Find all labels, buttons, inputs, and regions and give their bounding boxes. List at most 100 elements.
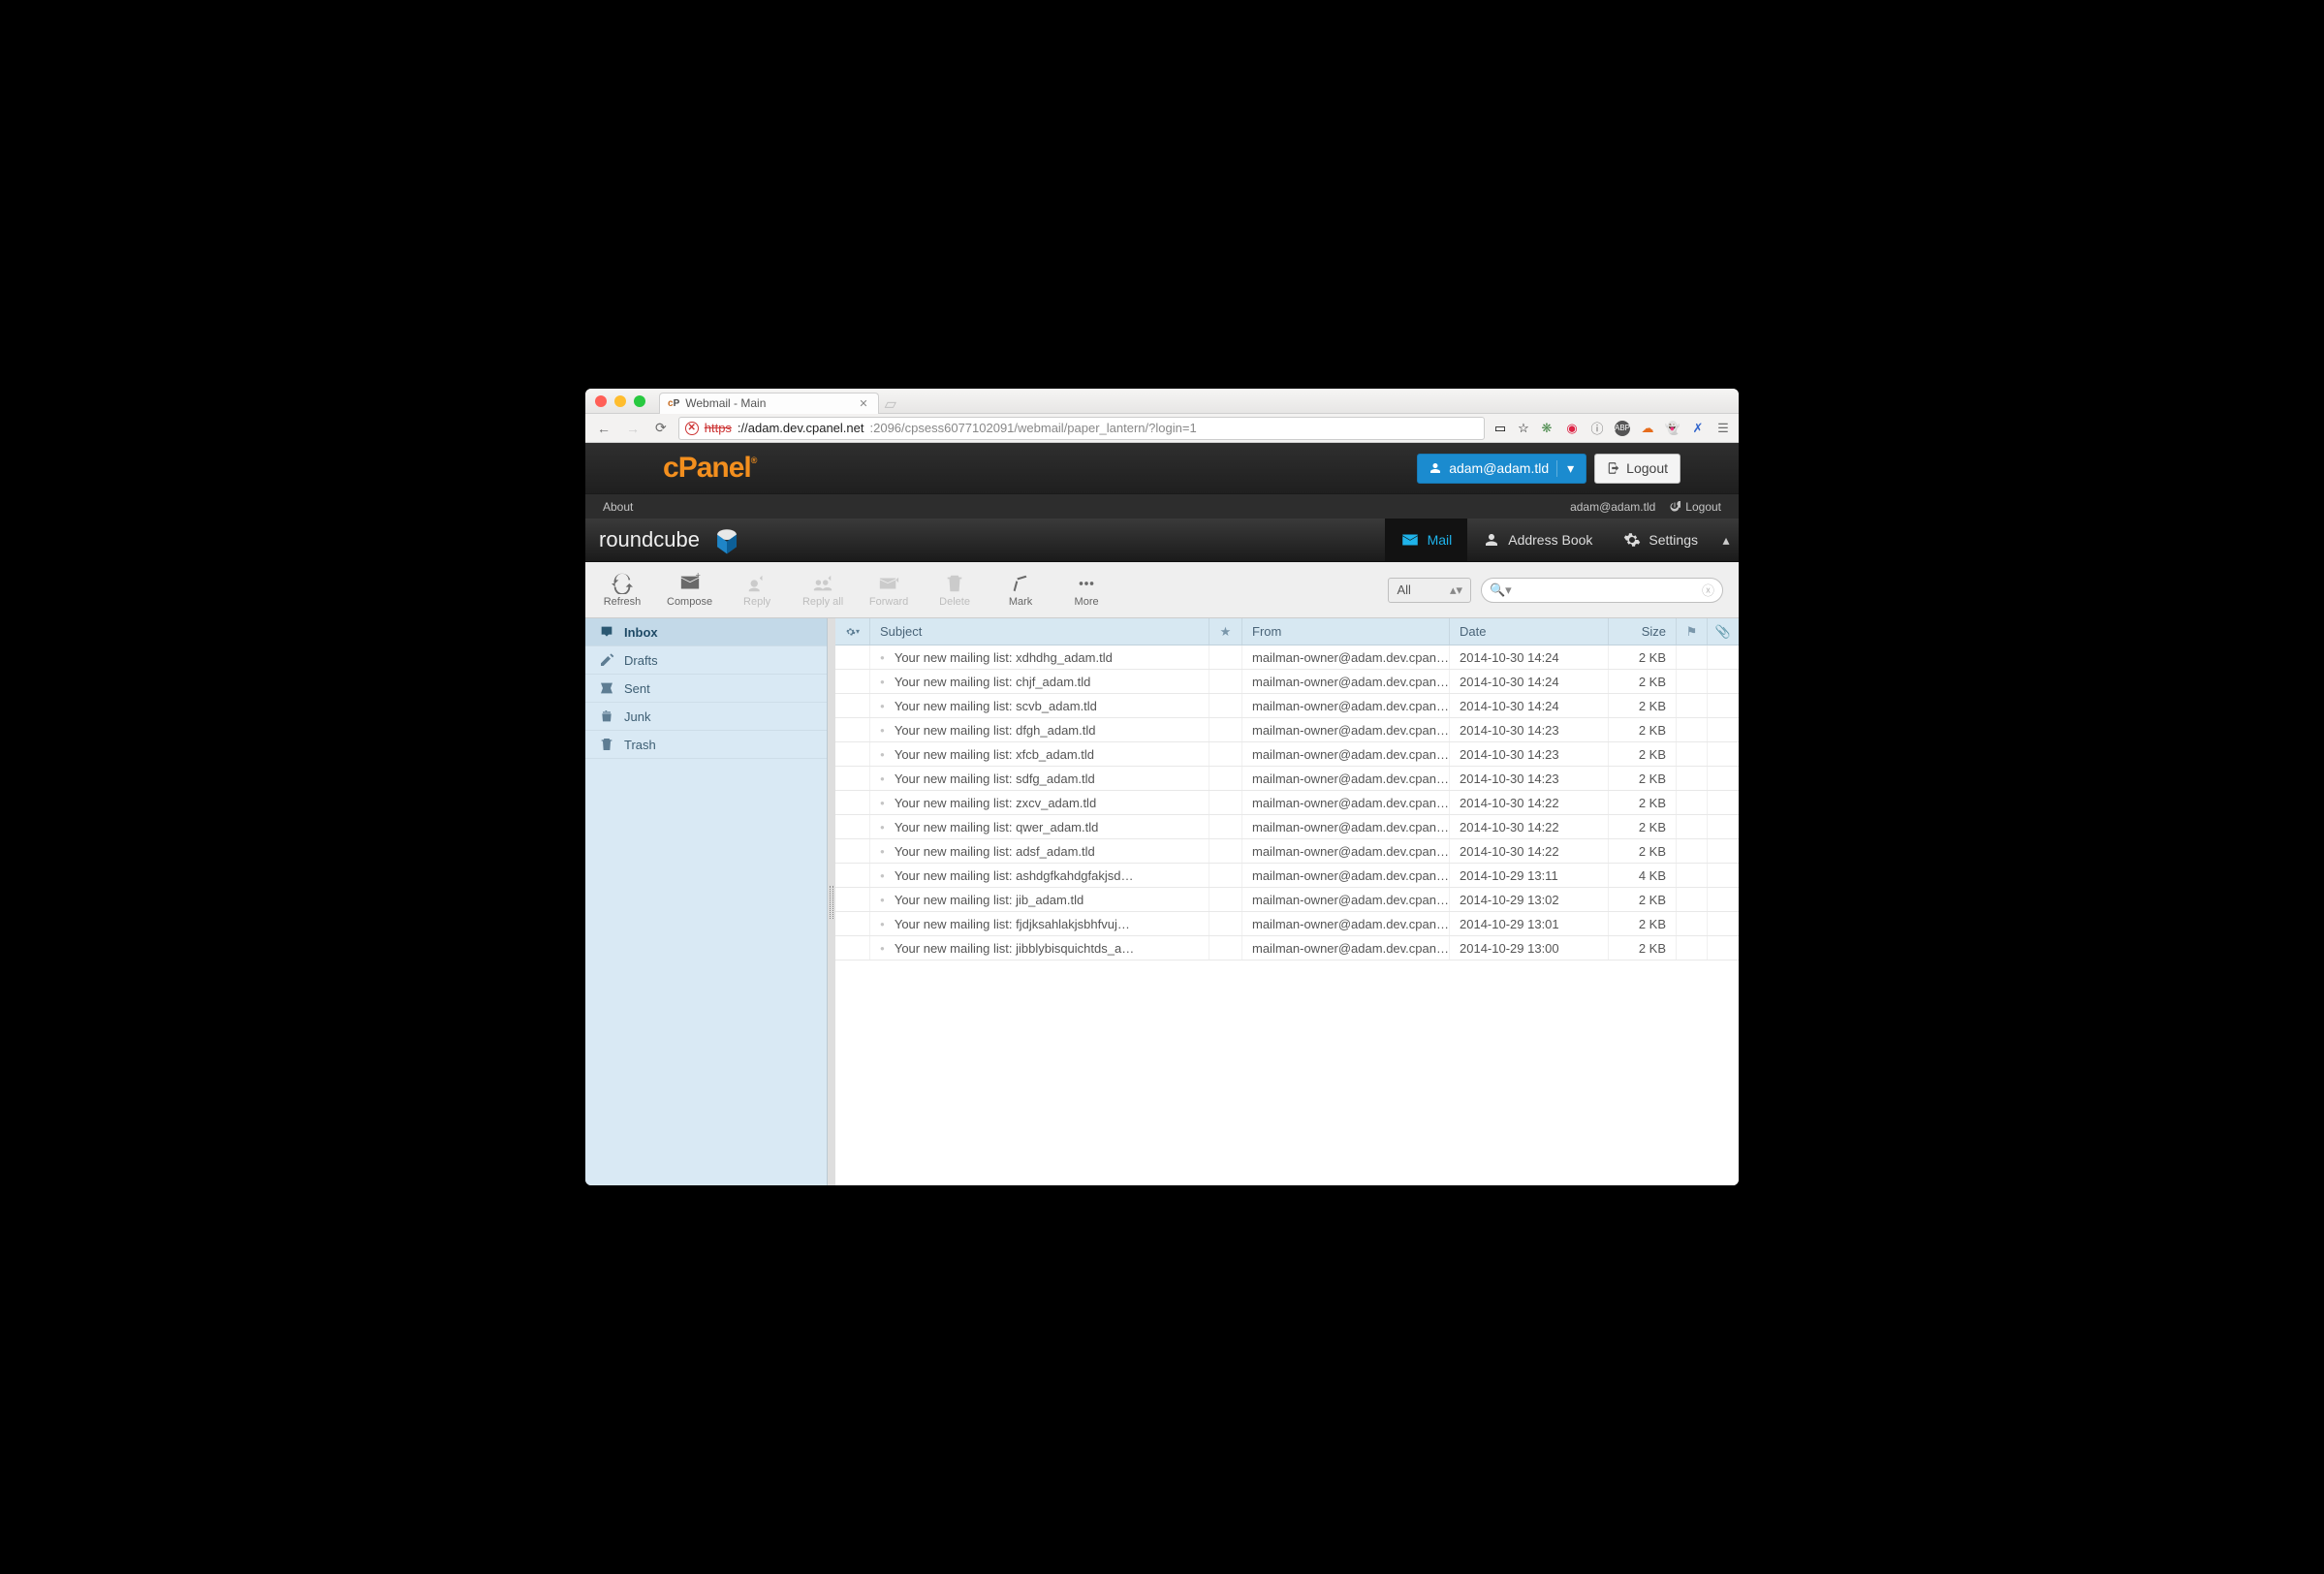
folder-inbox[interactable]: Inbox xyxy=(585,618,827,646)
row-star[interactable] xyxy=(1209,694,1242,717)
abp-ext-icon[interactable]: ABP xyxy=(1615,421,1630,436)
row-flag[interactable] xyxy=(1677,815,1708,838)
row-star[interactable] xyxy=(1209,791,1242,814)
row-flag[interactable] xyxy=(1677,767,1708,790)
message-row[interactable]: ●Your new mailing list: adsf_adam.tldmai… xyxy=(835,839,1739,864)
mark-button[interactable]: Mark xyxy=(999,573,1042,608)
row-star[interactable] xyxy=(1209,912,1242,935)
column-resize-handle[interactable] xyxy=(828,618,835,1185)
row-star[interactable] xyxy=(1209,864,1242,887)
bookmark-star-icon[interactable]: ☆ xyxy=(1516,421,1531,436)
about-link[interactable]: About xyxy=(603,500,633,514)
row-date: 2014-10-29 13:00 xyxy=(1450,936,1609,960)
row-flag[interactable] xyxy=(1677,888,1708,911)
user-menu-button[interactable]: adam@adam.tld ▾ xyxy=(1417,454,1586,484)
row-flag[interactable] xyxy=(1677,694,1708,717)
row-flag[interactable] xyxy=(1677,645,1708,669)
folder-trash[interactable]: Trash xyxy=(585,731,827,759)
folder-sent[interactable]: Sent xyxy=(585,675,827,703)
column-star[interactable]: ★ xyxy=(1209,618,1242,645)
evernote-ext-icon[interactable]: ❋ xyxy=(1539,421,1555,436)
row-star[interactable] xyxy=(1209,767,1242,790)
replyall-button[interactable]: Reply all xyxy=(801,573,844,608)
message-row[interactable]: ●Your new mailing list: scvb_adam.tldmai… xyxy=(835,694,1739,718)
folder-drafts[interactable]: Drafts xyxy=(585,646,827,675)
forward-button[interactable]: Forward xyxy=(867,573,910,608)
device-icon[interactable]: ▭ xyxy=(1492,421,1508,436)
column-subject[interactable]: Subject xyxy=(870,618,1209,645)
minimize-window-button[interactable] xyxy=(614,395,626,407)
close-window-button[interactable] xyxy=(595,395,607,407)
row-star[interactable] xyxy=(1209,839,1242,863)
topbar-logout-link[interactable]: Logout xyxy=(1669,500,1721,514)
logout-button[interactable]: Logout xyxy=(1594,454,1680,484)
folder-junk[interactable]: Junk xyxy=(585,703,827,731)
search-input[interactable]: 🔍▾ ⓧ xyxy=(1481,578,1723,603)
tab-mail[interactable]: Mail xyxy=(1385,519,1468,561)
message-row[interactable]: ●Your new mailing list: qwer_adam.tldmai… xyxy=(835,815,1739,839)
address-bar[interactable]: ✕ https ://adam.dev.cpanel.net :2096/cps… xyxy=(678,417,1485,440)
tab-more-dropdown[interactable]: ▴ xyxy=(1713,519,1739,561)
info-ext-icon[interactable]: ⓘ xyxy=(1589,421,1605,436)
row-star[interactable] xyxy=(1209,670,1242,693)
refresh-button[interactable]: Refresh xyxy=(601,573,644,608)
ghost-ext-icon[interactable]: 👻 xyxy=(1665,421,1680,436)
row-flag[interactable] xyxy=(1677,912,1708,935)
row-pad xyxy=(835,718,870,741)
menu-icon[interactable]: ☰ xyxy=(1715,421,1731,436)
row-subject: ●Your new mailing list: xfcb_adam.tld xyxy=(870,742,1209,766)
close-tab-icon[interactable]: ✕ xyxy=(859,397,867,410)
message-row[interactable]: ●Your new mailing list: zxcv_adam.tldmai… xyxy=(835,791,1739,815)
row-star[interactable] xyxy=(1209,645,1242,669)
row-flag[interactable] xyxy=(1677,839,1708,863)
reload-button[interactable]: ⟳ xyxy=(651,420,671,436)
row-flag[interactable] xyxy=(1677,742,1708,766)
unread-bullet-icon: ● xyxy=(880,847,885,856)
browser-tab[interactable]: cP Webmail - Main ✕ xyxy=(659,393,879,414)
column-size[interactable]: Size xyxy=(1609,618,1677,645)
clear-search-icon[interactable]: ⓧ xyxy=(1702,581,1714,599)
row-star[interactable] xyxy=(1209,888,1242,911)
column-from[interactable]: From xyxy=(1242,618,1450,645)
row-attachment xyxy=(1708,767,1739,790)
maximize-window-button[interactable] xyxy=(634,395,645,407)
message-row[interactable]: ●Your new mailing list: fjdjksahlakjsbhf… xyxy=(835,912,1739,936)
row-flag[interactable] xyxy=(1677,864,1708,887)
row-star[interactable] xyxy=(1209,718,1242,741)
row-flag[interactable] xyxy=(1677,670,1708,693)
filter-select[interactable]: All ▴▾ xyxy=(1388,578,1471,603)
new-tab-button[interactable]: ▱ xyxy=(885,394,896,414)
message-row[interactable]: ●Your new mailing list: sdfg_adam.tldmai… xyxy=(835,767,1739,791)
column-attachment[interactable]: 📎 xyxy=(1708,618,1739,645)
message-row[interactable]: ●Your new mailing list: jib_adam.tldmail… xyxy=(835,888,1739,912)
delete-button[interactable]: Delete xyxy=(933,573,976,608)
compose-button[interactable]: + Compose xyxy=(667,573,712,608)
row-star[interactable] xyxy=(1209,815,1242,838)
back-button[interactable]: ← xyxy=(593,421,614,436)
color-ext-icon[interactable]: ◉ xyxy=(1564,421,1580,436)
row-from: mailman-owner@adam.dev.cpan… xyxy=(1242,670,1450,693)
message-row[interactable]: ●Your new mailing list: chjf_adam.tldmai… xyxy=(835,670,1739,694)
message-row[interactable]: ●Your new mailing list: dfgh_adam.tldmai… xyxy=(835,718,1739,742)
message-row[interactable]: ●Your new mailing list: ashdgfkahdgfakjs… xyxy=(835,864,1739,888)
tab-settings[interactable]: Settings xyxy=(1608,519,1713,561)
more-button[interactable]: More xyxy=(1065,573,1108,608)
message-row[interactable]: ●Your new mailing list: jibblybisquichtd… xyxy=(835,936,1739,960)
row-flag[interactable] xyxy=(1677,718,1708,741)
column-date[interactable]: Date xyxy=(1450,618,1609,645)
message-row[interactable]: ●Your new mailing list: xdhdhg_adam.tldm… xyxy=(835,645,1739,670)
reply-button[interactable]: Reply xyxy=(736,573,778,608)
cloud-ext-icon[interactable]: ☁ xyxy=(1640,421,1655,436)
message-row[interactable]: ●Your new mailing list: xfcb_adam.tldmai… xyxy=(835,742,1739,767)
row-date: 2014-10-30 14:22 xyxy=(1450,815,1609,838)
tab-addressbook[interactable]: Address Book xyxy=(1467,519,1608,561)
column-flag[interactable]: ⚑ xyxy=(1677,618,1708,645)
column-options-button[interactable]: ▾ xyxy=(835,618,870,645)
row-flag[interactable] xyxy=(1677,791,1708,814)
x-ext-icon[interactable]: ✗ xyxy=(1690,421,1706,436)
row-star[interactable] xyxy=(1209,936,1242,960)
row-flag[interactable] xyxy=(1677,936,1708,960)
forward-icon xyxy=(878,573,899,594)
forward-button[interactable]: → xyxy=(622,421,644,436)
row-star[interactable] xyxy=(1209,742,1242,766)
